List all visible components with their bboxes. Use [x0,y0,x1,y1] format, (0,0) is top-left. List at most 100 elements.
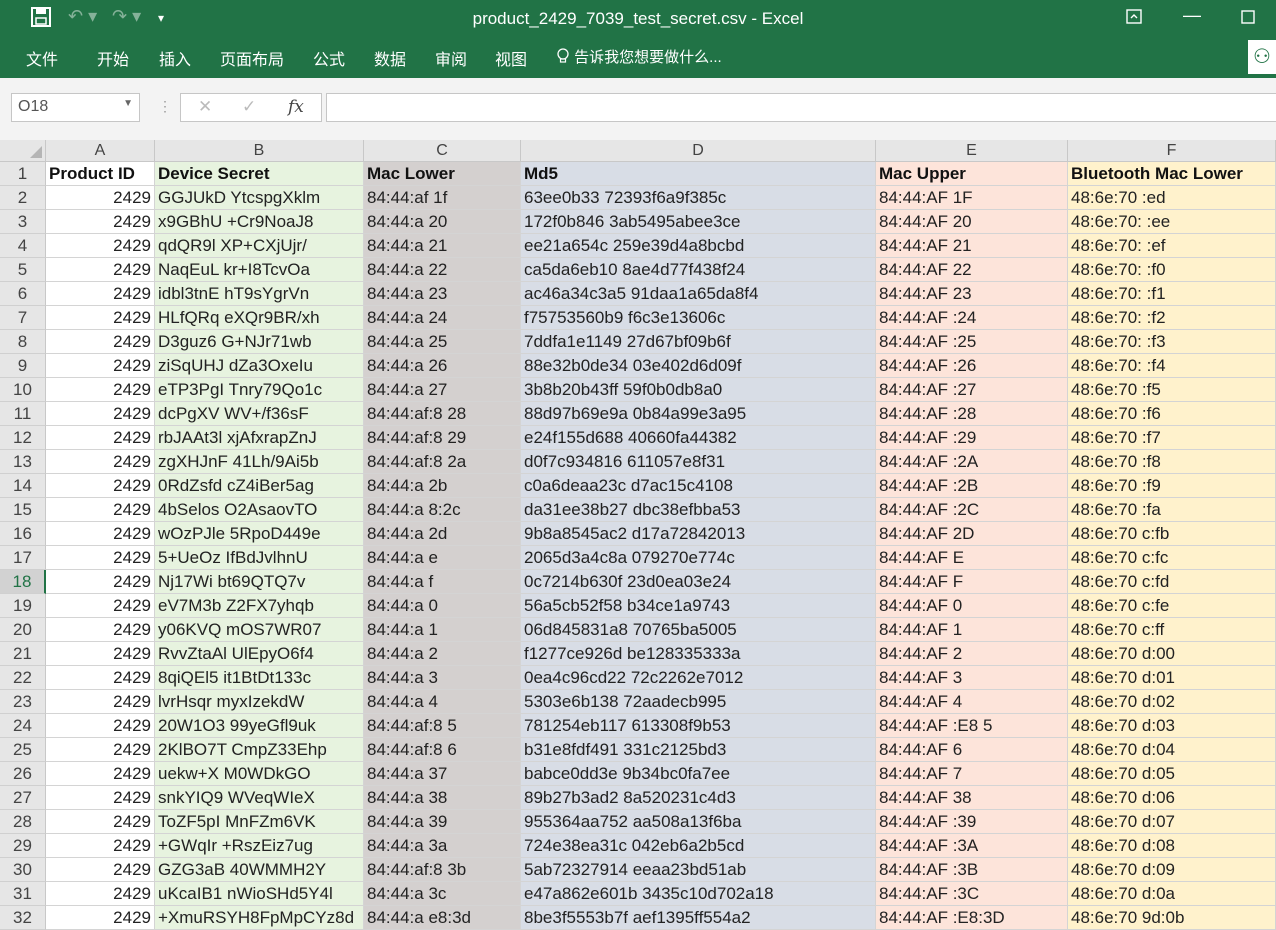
table-cell[interactable]: ziSqUHJ dZa3OxeIu [155,354,364,378]
table-cell[interactable]: HLfQRq eXQr9BR/xh [155,306,364,330]
table-cell[interactable]: f1277ce926d be128335333a [521,642,876,666]
table-cell[interactable]: 2429 [46,234,155,258]
table-cell[interactable]: 2429 [46,666,155,690]
table-cell[interactable]: ac46a34c3a5 91daa1a65da8f4 [521,282,876,306]
table-cell[interactable]: 2429 [46,738,155,762]
table-cell[interactable]: 2429 [46,594,155,618]
table-cell[interactable]: 724e38ea31c 042eb6a2b5cd [521,834,876,858]
table-cell[interactable]: 48:6e:70 :f7 [1068,426,1276,450]
table-cell[interactable]: 2429 [46,522,155,546]
column-title-cell[interactable]: Device Secret [155,162,364,186]
table-cell[interactable]: 84:44:AF :3A [876,834,1068,858]
table-cell[interactable]: 48:6e:70 :ed [1068,186,1276,210]
column-title-cell[interactable]: Product ID [46,162,155,186]
share-user-icon[interactable]: ⚇ [1248,40,1276,74]
table-cell[interactable]: 56a5cb52f58 b34ce1a9743 [521,594,876,618]
tab-view[interactable]: 视图 [495,46,527,70]
table-cell[interactable]: 88d97b69e9a 0b84a99e3a95 [521,402,876,426]
table-cell[interactable]: d0f7c934816 611057e8f31 [521,450,876,474]
table-cell[interactable]: 7ddfa1e1149 27d67bf09b6f [521,330,876,354]
column-header-b[interactable]: B [155,140,364,162]
tab-formulas[interactable]: 公式 [313,46,345,70]
column-title-cell[interactable]: Md5 [521,162,876,186]
table-cell[interactable]: 2429 [46,306,155,330]
row-header[interactable]: 25 [0,738,46,762]
row-header[interactable]: 32 [0,906,46,930]
table-cell[interactable]: 2429 [46,810,155,834]
table-cell[interactable]: 48:6e:70 c:fb [1068,522,1276,546]
table-cell[interactable]: 8be3f5553b7f aef1395ff554a2 [521,906,876,930]
table-cell[interactable]: 48:6e:70 d:02 [1068,690,1276,714]
table-cell[interactable]: 84:44:a 0 [364,594,521,618]
table-cell[interactable]: 84:44:a 2d [364,522,521,546]
table-cell[interactable]: 2429 [46,690,155,714]
row-header[interactable]: 16 [0,522,46,546]
row-header[interactable]: 22 [0,666,46,690]
row-header[interactable]: 3 [0,210,46,234]
table-cell[interactable]: 84:44:a f [364,570,521,594]
table-cell[interactable]: 2429 [46,330,155,354]
table-cell[interactable]: 5+UeOz IfBdJvlhnU [155,546,364,570]
table-cell[interactable]: 84:44:a 2 [364,642,521,666]
table-cell[interactable]: 2429 [46,786,155,810]
table-cell[interactable]: 2065d3a4c8a 079270e774c [521,546,876,570]
table-cell[interactable]: 84:44:AF 23 [876,282,1068,306]
table-cell[interactable]: da31ee38b27 dbc38efbba53 [521,498,876,522]
table-cell[interactable]: 2429 [46,186,155,210]
table-cell[interactable]: idbl3tnE hT9sYgrVn [155,282,364,306]
table-cell[interactable]: e47a862e601b 3435c10d702a18 [521,882,876,906]
table-cell[interactable]: 172f0b846 3ab5495abee3ce [521,210,876,234]
table-cell[interactable]: 20W1O3 99yeGfl9uk [155,714,364,738]
table-cell[interactable]: 84:44:AF :27 [876,378,1068,402]
tab-insert[interactable]: 插入 [159,46,191,70]
column-header-a[interactable]: A [46,140,155,162]
row-header[interactable]: 18 [0,570,46,594]
table-cell[interactable]: 89b27b3ad2 8a520231c4d3 [521,786,876,810]
table-cell[interactable]: f75753560b9 f6c3e13606c [521,306,876,330]
row-header[interactable]: 2 [0,186,46,210]
table-cell[interactable]: 84:44:AF :2B [876,474,1068,498]
table-cell[interactable]: eV7M3b Z2FX7yhqb [155,594,364,618]
table-cell[interactable]: 84:44:a 8:2c [364,498,521,522]
row-header[interactable]: 27 [0,786,46,810]
table-cell[interactable]: 84:44:AF :3C [876,882,1068,906]
table-cell[interactable]: 2429 [46,570,155,594]
table-cell[interactable]: 84:44:a 22 [364,258,521,282]
table-cell[interactable]: 84:44:a 37 [364,762,521,786]
minimize-icon[interactable]: — [1172,5,1212,31]
table-cell[interactable]: ee21a654c 259e39d4a8bcbd [521,234,876,258]
table-cell[interactable]: b31e8fdf491 331c2125bd3 [521,738,876,762]
table-cell[interactable]: e24f155d688 40660fa44382 [521,426,876,450]
table-cell[interactable]: 0c7214b630f 23d0ea03e24 [521,570,876,594]
table-cell[interactable]: c0a6deaa23c d7ac15c4108 [521,474,876,498]
table-cell[interactable]: 48:6e:70 c:ff [1068,618,1276,642]
table-cell[interactable]: y06KVQ mOS7WR07 [155,618,364,642]
table-cell[interactable]: 48:6e:70: :ee [1068,210,1276,234]
table-cell[interactable]: 48:6e:70 d:04 [1068,738,1276,762]
table-cell[interactable]: 5303e6b138 72aadecb995 [521,690,876,714]
column-header-c[interactable]: C [364,140,521,162]
table-cell[interactable]: 781254eb117 613308f9b53 [521,714,876,738]
table-cell[interactable]: 2429 [46,546,155,570]
column-header-d[interactable]: D [521,140,876,162]
row-header[interactable]: 8 [0,330,46,354]
table-cell[interactable]: 2429 [46,906,155,930]
table-cell[interactable]: 48:6e:70: :f2 [1068,306,1276,330]
table-cell[interactable]: 84:44:AF :24 [876,306,1068,330]
column-header-e[interactable]: E [876,140,1068,162]
table-cell[interactable]: 84:44:AF :29 [876,426,1068,450]
table-cell[interactable]: 84:44:a 38 [364,786,521,810]
row-header[interactable]: 31 [0,882,46,906]
row-header[interactable]: 24 [0,714,46,738]
table-cell[interactable]: 2429 [46,498,155,522]
table-cell[interactable]: +GWqIr +RszEiz7ug [155,834,364,858]
table-cell[interactable]: 0RdZsfd cZ4iBer5ag [155,474,364,498]
table-cell[interactable]: 84:44:AF 2D [876,522,1068,546]
table-cell[interactable]: 2429 [46,714,155,738]
table-cell[interactable]: 84:44:AF 3 [876,666,1068,690]
table-cell[interactable]: 84:44:AF E [876,546,1068,570]
table-cell[interactable]: 48:6e:70 :f9 [1068,474,1276,498]
table-cell[interactable]: 84:44:a 26 [364,354,521,378]
row-header[interactable]: 1 [0,162,46,186]
table-cell[interactable]: GGJUkD YtcspgXklm [155,186,364,210]
